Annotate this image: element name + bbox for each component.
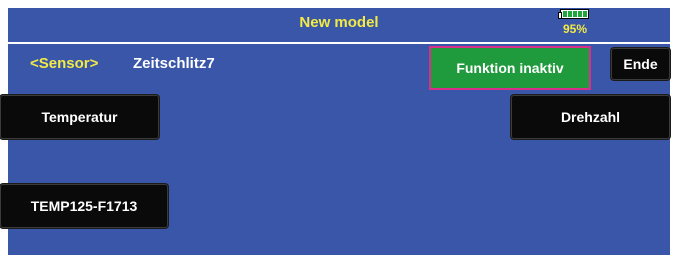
end-button[interactable]: Ende bbox=[611, 48, 670, 80]
top-bar: New model 95% bbox=[8, 8, 670, 44]
sensor-slot-value: Zeitschlitz7 bbox=[133, 55, 215, 72]
rpm-button[interactable]: Drehzahl bbox=[511, 95, 670, 139]
temperature-button[interactable]: Temperatur bbox=[0, 95, 159, 139]
sensor-screen: New model 95% <Sensor> Zeitschlitz7 Funk… bbox=[0, 8, 670, 255]
sensor-label: <Sensor> bbox=[30, 55, 99, 72]
battery-percent: 95% bbox=[562, 22, 588, 36]
sensor-type-button[interactable]: TEMP125-F1713 bbox=[0, 184, 168, 228]
battery-icon bbox=[558, 9, 589, 19]
battery-indicator: 95% bbox=[554, 8, 596, 42]
function-status-button[interactable]: Funktion inaktiv bbox=[429, 46, 591, 90]
